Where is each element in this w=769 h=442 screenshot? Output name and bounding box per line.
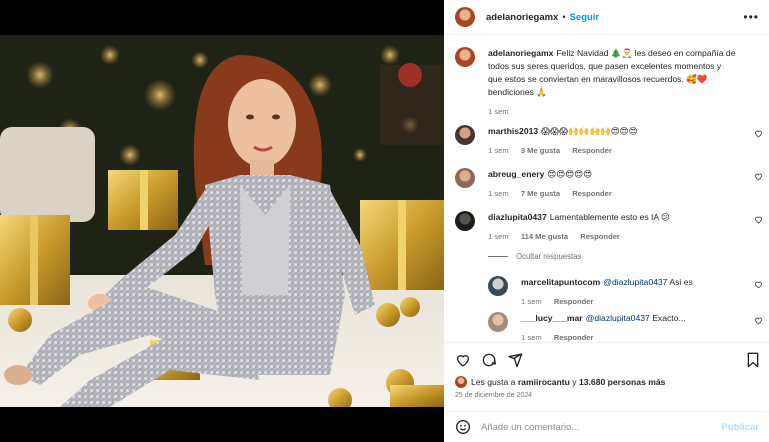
caption-time[interactable]: 1 sem bbox=[488, 107, 509, 116]
likes-count[interactable]: 13.680 personas más bbox=[579, 377, 665, 387]
avatar[interactable] bbox=[455, 125, 475, 145]
reply-meta: 1 sem Responder bbox=[521, 331, 743, 342]
heart-icon[interactable] bbox=[754, 172, 763, 181]
likes-prefix: Les gusta a bbox=[471, 377, 516, 387]
reply-mention[interactable]: @diazlupita0437 bbox=[586, 313, 650, 323]
comment-meta: 1 sem 7 Me gusta Responder bbox=[488, 187, 737, 200]
reply-item: ___lucy___mar @diazlupita0437 Exacto... 1… bbox=[488, 312, 763, 342]
reply-button[interactable]: Responder bbox=[554, 333, 594, 342]
reply-button[interactable]: Responder bbox=[572, 189, 612, 198]
likes-summary[interactable]: Les gusta a ramiirocantu y 13.680 person… bbox=[455, 376, 665, 388]
likes-joiner: y bbox=[572, 377, 577, 387]
comment-username[interactable]: diazlupita0437 bbox=[488, 212, 547, 222]
reply-item: marcelitapuntocom @diazlupita0437 Asi es … bbox=[488, 276, 763, 308]
action-bar bbox=[444, 342, 769, 374]
comment-meta: 1 sem 114 Me gusta Responder bbox=[488, 230, 737, 243]
avatar bbox=[455, 376, 467, 388]
comment-item: marthis2013 😱😱😱🙌🙌🙌🙌😍😍😍 1 sem 3 Me gusta R… bbox=[455, 125, 763, 161]
comment-item: abreug_enery 😍😍😍😍😍 1 sem 7 Me gusta Respo… bbox=[455, 168, 763, 204]
avatar[interactable] bbox=[455, 47, 475, 67]
post-image bbox=[0, 35, 444, 407]
comment-meta: 1 sem 3 Me gusta Responder bbox=[488, 144, 737, 157]
comment-likes[interactable]: 114 Me gusta bbox=[521, 232, 568, 241]
reply-meta: 1 sem Responder bbox=[521, 295, 743, 308]
reply-mention[interactable]: @diazlupita0437 bbox=[603, 277, 667, 287]
separator-dot: • bbox=[562, 12, 566, 22]
comment-username[interactable]: marthis2013 bbox=[488, 126, 538, 136]
caption-username[interactable]: adelanoriegamx bbox=[488, 48, 553, 58]
reply-button[interactable]: Responder bbox=[572, 146, 612, 155]
post-side-panel: adelanoriegamx • Seguir ••• adelanoriega… bbox=[444, 0, 769, 442]
reply-button[interactable]: Responder bbox=[554, 297, 594, 306]
reply-username[interactable]: marcelitapuntocom bbox=[521, 277, 600, 287]
reply-time[interactable]: 1 sem bbox=[521, 333, 542, 342]
reply-time[interactable]: 1 sem bbox=[521, 297, 542, 306]
add-comment-bar: Publicar bbox=[444, 411, 769, 442]
reply-text: Asi es bbox=[669, 277, 693, 287]
instagram-post-modal: adelanoriegamx • Seguir ••• adelanoriega… bbox=[0, 0, 769, 442]
avatar[interactable] bbox=[488, 276, 508, 296]
comment-username[interactable]: abreug_enery bbox=[488, 169, 544, 179]
avatar[interactable] bbox=[455, 168, 475, 188]
avatar[interactable] bbox=[455, 7, 475, 27]
post-photo[interactable] bbox=[0, 35, 444, 407]
hide-replies-label: Ocultar respuestas bbox=[516, 252, 582, 261]
comment-likes[interactable]: 3 Me gusta bbox=[521, 146, 560, 155]
comment-text: 😱😱😱🙌🙌🙌🙌😍😍😍 bbox=[541, 126, 638, 136]
comments-list[interactable]: adelanoriegamx Feliz Navidad 🎄🎅 les deseo… bbox=[444, 36, 769, 342]
reply-username[interactable]: ___lucy___mar bbox=[521, 313, 583, 323]
heart-icon[interactable] bbox=[455, 352, 471, 368]
heart-icon[interactable] bbox=[754, 215, 763, 224]
follow-button[interactable]: Seguir bbox=[570, 12, 600, 23]
heart-icon[interactable] bbox=[754, 280, 763, 289]
bookmark-icon[interactable] bbox=[746, 352, 760, 368]
caption-meta: 1 sem bbox=[488, 105, 737, 118]
avatar[interactable] bbox=[488, 312, 508, 332]
comment-text: Lamentablemente esto es IA 😕 bbox=[549, 212, 671, 222]
heart-icon[interactable] bbox=[754, 129, 763, 138]
post-caption: adelanoriegamx Feliz Navidad 🎄🎅 les deseo… bbox=[455, 47, 763, 117]
comment-likes[interactable]: 7 Me gusta bbox=[521, 189, 560, 198]
post-date[interactable]: 25 de diciembre de 2024 bbox=[455, 392, 532, 399]
hide-replies-line bbox=[488, 256, 508, 257]
likes-user[interactable]: ramiirocantu bbox=[518, 377, 570, 387]
heart-icon[interactable] bbox=[754, 316, 763, 325]
comment-text: 😍😍😍😍😍 bbox=[547, 169, 593, 179]
post-header: adelanoriegamx • Seguir ••• bbox=[444, 0, 769, 35]
post-author-username[interactable]: adelanoriegamx bbox=[486, 12, 558, 23]
comment-item: diazlupita0437 Lamentablemente esto es IA… bbox=[455, 211, 763, 247]
reply-text: Exacto... bbox=[652, 313, 686, 323]
comment-time[interactable]: 1 sem bbox=[488, 146, 509, 155]
share-icon[interactable] bbox=[507, 352, 523, 368]
more-icon[interactable]: ••• bbox=[743, 10, 759, 24]
hide-replies-button[interactable]: Ocultar respuestas bbox=[488, 252, 581, 261]
comment-icon[interactable] bbox=[481, 352, 497, 368]
publish-button[interactable]: Publicar bbox=[722, 422, 760, 433]
comment-time[interactable]: 1 sem bbox=[488, 232, 509, 241]
emoji-icon[interactable] bbox=[455, 419, 471, 435]
avatar[interactable] bbox=[455, 211, 475, 231]
reply-button[interactable]: Responder bbox=[580, 232, 620, 241]
comment-input[interactable] bbox=[481, 421, 701, 433]
comment-time[interactable]: 1 sem bbox=[488, 189, 509, 198]
